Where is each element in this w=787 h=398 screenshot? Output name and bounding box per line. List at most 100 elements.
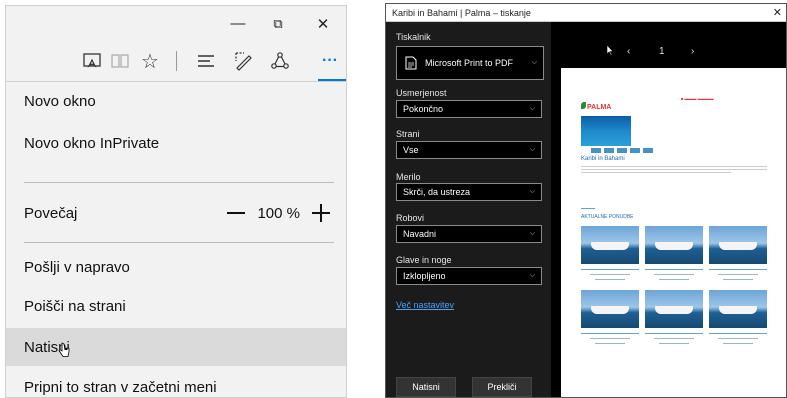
caption-line — [659, 279, 689, 280]
print-button[interactable]: Natisni — [396, 377, 456, 397]
caption-line — [581, 333, 639, 334]
previous-page-icon[interactable]: ‹ — [627, 46, 630, 57]
orientation-select[interactable]: Pokončno ⌵ — [396, 100, 542, 118]
margins-value: Navadni — [403, 229, 437, 239]
pages-value: Vse — [403, 145, 419, 155]
pages-label: Strani — [396, 129, 420, 139]
zoom-in-icon[interactable] — [312, 204, 330, 222]
ship-thumbnail — [645, 226, 703, 264]
preview-text-line — [581, 172, 731, 173]
cancel-button[interactable]: Prekliči — [472, 377, 532, 397]
caption-line — [654, 274, 694, 275]
restore-button[interactable]: ⧉ — [258, 6, 298, 41]
caption-line — [595, 343, 625, 344]
caption-line — [723, 343, 753, 344]
caption-line — [595, 279, 625, 280]
caption-line — [718, 274, 758, 275]
chevron-down-icon: ⌵ — [529, 146, 535, 153]
scale-select[interactable]: Skrči, da ustreza ⌵ — [396, 183, 542, 201]
more-settings-link[interactable]: Več nastavitev — [396, 300, 454, 310]
ship-thumbnail — [645, 290, 703, 328]
zoom-out-icon[interactable] — [227, 212, 246, 214]
next-page-icon[interactable]: › — [691, 46, 694, 57]
reading-view-icon[interactable] — [78, 47, 106, 75]
preview-section-title: AKTUALNE PONUDBE — [581, 214, 634, 220]
close-button[interactable]: ✕ — [303, 6, 343, 41]
caption-line — [709, 333, 767, 334]
page-number: 1 — [659, 46, 665, 57]
caption-line — [718, 338, 758, 339]
palma-logo: PALMA — [581, 102, 611, 111]
favorites-star-icon[interactable]: ☆ — [136, 47, 164, 75]
web-note-icon[interactable] — [230, 47, 258, 75]
zoom-value: 100 % — [257, 204, 300, 222]
print-dialog-title: Karibi in Bahami | Palma – tiskanje — [386, 4, 786, 22]
printer-value: Microsoft Print to PDF — [425, 58, 514, 68]
dialog-close-icon[interactable]: ✕ — [773, 6, 782, 19]
scale-label: Merilo — [396, 172, 421, 182]
more-icon[interactable]: ··· — [316, 47, 344, 75]
chevron-down-icon: ⌵ — [529, 105, 535, 112]
minimize-button[interactable]: — — [218, 6, 258, 41]
caption-line — [654, 338, 694, 339]
chevron-down-icon: ⌵ — [529, 272, 535, 279]
caption-line — [723, 279, 753, 280]
print-preview: ‹ 1 › PALMA ■ ▬▬▬ ▬▬▬▬ Karibi in Bahami … — [551, 22, 786, 397]
margins-select[interactable]: Navadni ⌵ — [396, 225, 542, 243]
caption-line — [659, 343, 689, 344]
ship-thumbnail — [709, 226, 767, 264]
caption-line — [645, 333, 703, 334]
preview-page: PALMA ■ ▬▬▬ ▬▬▬▬ Karibi in Bahami AKTUAL… — [561, 68, 786, 397]
book-icon[interactable] — [106, 47, 134, 75]
ship-thumbnail — [581, 226, 639, 264]
caption-line — [645, 269, 703, 270]
preview-red-text-icon: ■ ▬▬▬ ▬▬▬▬ — [681, 96, 714, 101]
preview-heading: Karibi in Bahami — [581, 156, 625, 162]
zoom-label: Povečaj — [24, 204, 78, 222]
print-settings-panel: Tiskalnik Microsoft Print to PDF ⌵ Usmer… — [386, 22, 551, 397]
headers-footers-select[interactable]: Izklopljeno ⌵ — [396, 267, 542, 285]
menu-divider — [24, 242, 334, 243]
orientation-value: Pokončno — [403, 104, 444, 114]
margins-label: Robovi — [396, 213, 425, 223]
edge-browser-window: — ⧉ ✕ ☆ ··· Novo okno Novo okno InPrivat… — [5, 5, 347, 398]
screenshot-stage: — ⧉ ✕ ☆ ··· Novo okno Novo okno InPrivat… — [0, 0, 787, 398]
preview-link-line — [581, 208, 595, 209]
headers-footers-label: Glave in noge — [396, 255, 452, 265]
caption-line — [709, 269, 767, 270]
printer-select[interactable]: Microsoft Print to PDF ⌵ — [396, 46, 544, 80]
arrow-cursor-icon — [606, 44, 614, 56]
menu-item-new-window[interactable]: Novo okno — [6, 82, 346, 120]
preview-thumbnails — [591, 148, 653, 153]
orientation-label: Usmerjenost — [396, 88, 447, 98]
preview-text-line — [581, 169, 767, 170]
menu-item-send-to-device[interactable]: Pošlji v napravo — [6, 248, 346, 286]
menu-item-pin-to-start[interactable]: Pripni to stran v začetni meni — [6, 368, 346, 397]
printer-label: Tiskalnik — [396, 32, 431, 42]
preview-hero-image — [581, 116, 631, 146]
menu-item-new-inprivate[interactable]: Novo okno InPrivate — [6, 124, 346, 162]
ship-thumbnail — [581, 290, 639, 328]
headers-footers-value: Izklopljeno — [403, 271, 446, 281]
hub-icon[interactable] — [192, 47, 220, 75]
toolbar: ☆ ··· — [6, 41, 346, 81]
title-bar: — ⧉ ✕ — [6, 6, 346, 41]
settings-menu: Novo okno Novo okno InPrivate Povečaj 10… — [6, 81, 346, 397]
menu-item-find-on-page[interactable]: Poišči na strani — [6, 287, 346, 325]
ship-thumbnail — [709, 290, 767, 328]
toolbar-divider — [176, 51, 177, 71]
chevron-down-icon: ⌵ — [531, 59, 537, 66]
pages-select[interactable]: Vse ⌵ — [396, 141, 542, 159]
caption-line — [581, 269, 639, 270]
preview-text-line — [581, 166, 767, 167]
share-icon[interactable] — [266, 47, 294, 75]
caption-line — [590, 338, 630, 339]
menu-item-zoom: Povečaj 100 % — [6, 194, 346, 232]
caption-line — [590, 274, 630, 275]
pdf-printer-icon — [405, 56, 417, 70]
hand-cursor-icon — [58, 342, 70, 357]
chevron-down-icon: ⌵ — [529, 230, 535, 237]
zoom-controls: 100 % — [227, 204, 330, 222]
menu-divider — [24, 182, 334, 183]
print-dialog: Karibi in Bahami | Palma – tiskanje ✕ Ti… — [385, 3, 787, 398]
